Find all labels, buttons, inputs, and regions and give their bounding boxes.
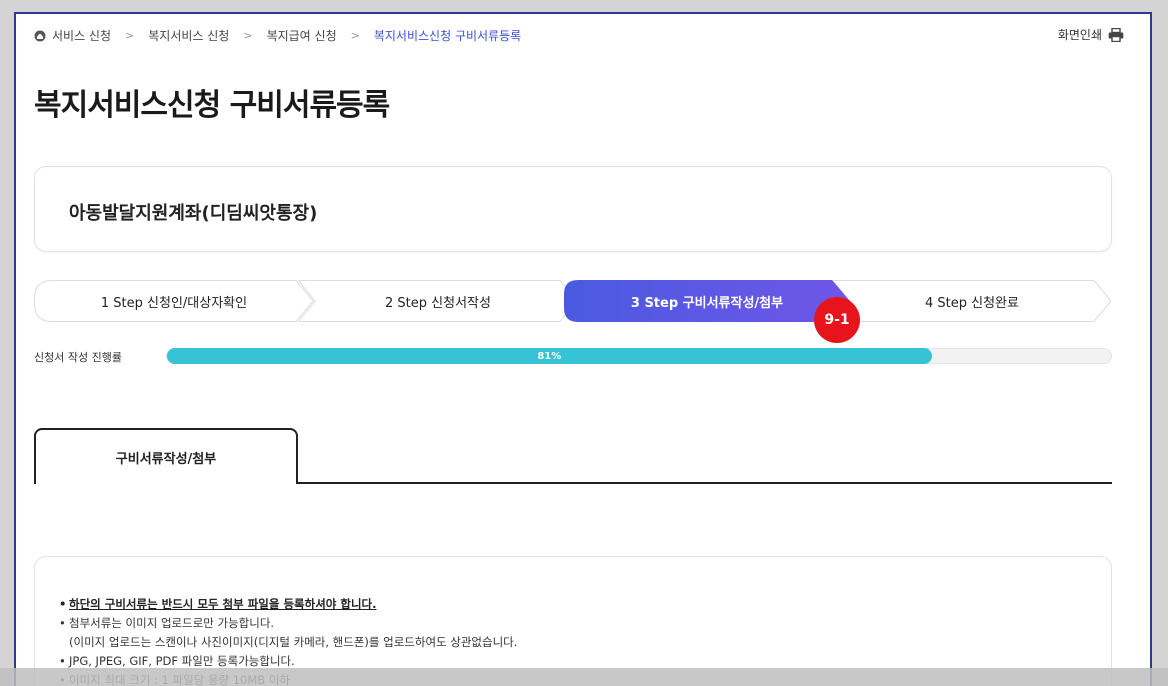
page-frame: 서비스 신청 > 복지서비스 신청 > 복지급여 신청 > 복지서비스신청 구비… <box>14 12 1152 686</box>
notice-item: 첨부서류는 이미지 업로드로만 가능합니다. <box>59 614 517 633</box>
printer-icon <box>1108 27 1124 42</box>
step-1-label: 1 Step 신청인/대상자확인 <box>100 295 248 311</box>
breadcrumb-separator: > <box>125 29 135 42</box>
breadcrumb: 서비스 신청 > 복지서비스 신청 > 복지급여 신청 > 복지서비스신청 구비… <box>34 27 521 44</box>
page-title: 복지서비스신청 구비서류등록 <box>34 88 390 123</box>
progress-bar: 81% <box>166 348 1112 364</box>
step-3-label: 3 Step 구비서류작성/첨부 <box>630 295 784 311</box>
progress-value: 81% <box>537 350 562 362</box>
tab-underline <box>296 482 1112 484</box>
notice-item: (이미지 업로드는 스캔이나 사진이미지(디지털 카메라, 핸드폰)를 업로드하… <box>69 635 518 649</box>
breadcrumb-item-welfare-benefit[interactable]: 복지급여 신청 <box>267 27 337 44</box>
step-2: 2 Step 신청서작성 <box>298 280 578 322</box>
progress-label: 신청서 작성 진행률 <box>34 351 122 364</box>
bottom-scroll-overlay <box>0 668 1168 686</box>
progress-fill: 81% <box>167 348 932 364</box>
print-label: 화면인쇄 <box>1057 28 1102 42</box>
home-icon[interactable] <box>34 30 46 42</box>
step-2-label: 2 Step 신청서작성 <box>385 295 491 311</box>
breadcrumb-item-welfare-service[interactable]: 복지서비스 신청 <box>148 27 229 44</box>
breadcrumb-item-current: 복지서비스신청 구비서류등록 <box>373 29 522 43</box>
breadcrumb-separator: > <box>243 29 253 42</box>
step-1: 1 Step 신청인/대상자확인 <box>34 280 314 322</box>
breadcrumb-item-service[interactable]: 서비스 신청 <box>52 27 111 44</box>
step-3: 3 Step 구비서류작성/첨부 <box>564 280 850 322</box>
step-4: 4 Step 신청완료 <box>832 280 1112 322</box>
print-button[interactable]: 화면인쇄 <box>1058 26 1124 43</box>
step-indicator: 1 Step 신청인/대상자확인 2 Step 신청서작성 4 Step 신청완… <box>34 280 1112 322</box>
tab-bar: 구비서류작성/첨부 <box>34 428 1112 484</box>
notice-item: 하단의 구비서류는 반드시 모두 첨부 파일을 등록하셔야 합니다. <box>59 595 517 614</box>
annotation-badge: 9-1 <box>814 297 860 343</box>
service-name: 아동발달지원계좌(디딤씨앗통장) <box>69 203 318 224</box>
step-4-label: 4 Step 신청완료 <box>925 295 1019 311</box>
tab-documents[interactable]: 구비서류작성/첨부 <box>34 428 298 484</box>
breadcrumb-separator: > <box>350 29 360 42</box>
notice-box: 하단의 구비서류는 반드시 모두 첨부 파일을 등록하셔야 합니다.첨부서류는 … <box>34 556 1112 686</box>
service-info-box: 아동발달지원계좌(디딤씨앗통장) <box>34 166 1112 252</box>
